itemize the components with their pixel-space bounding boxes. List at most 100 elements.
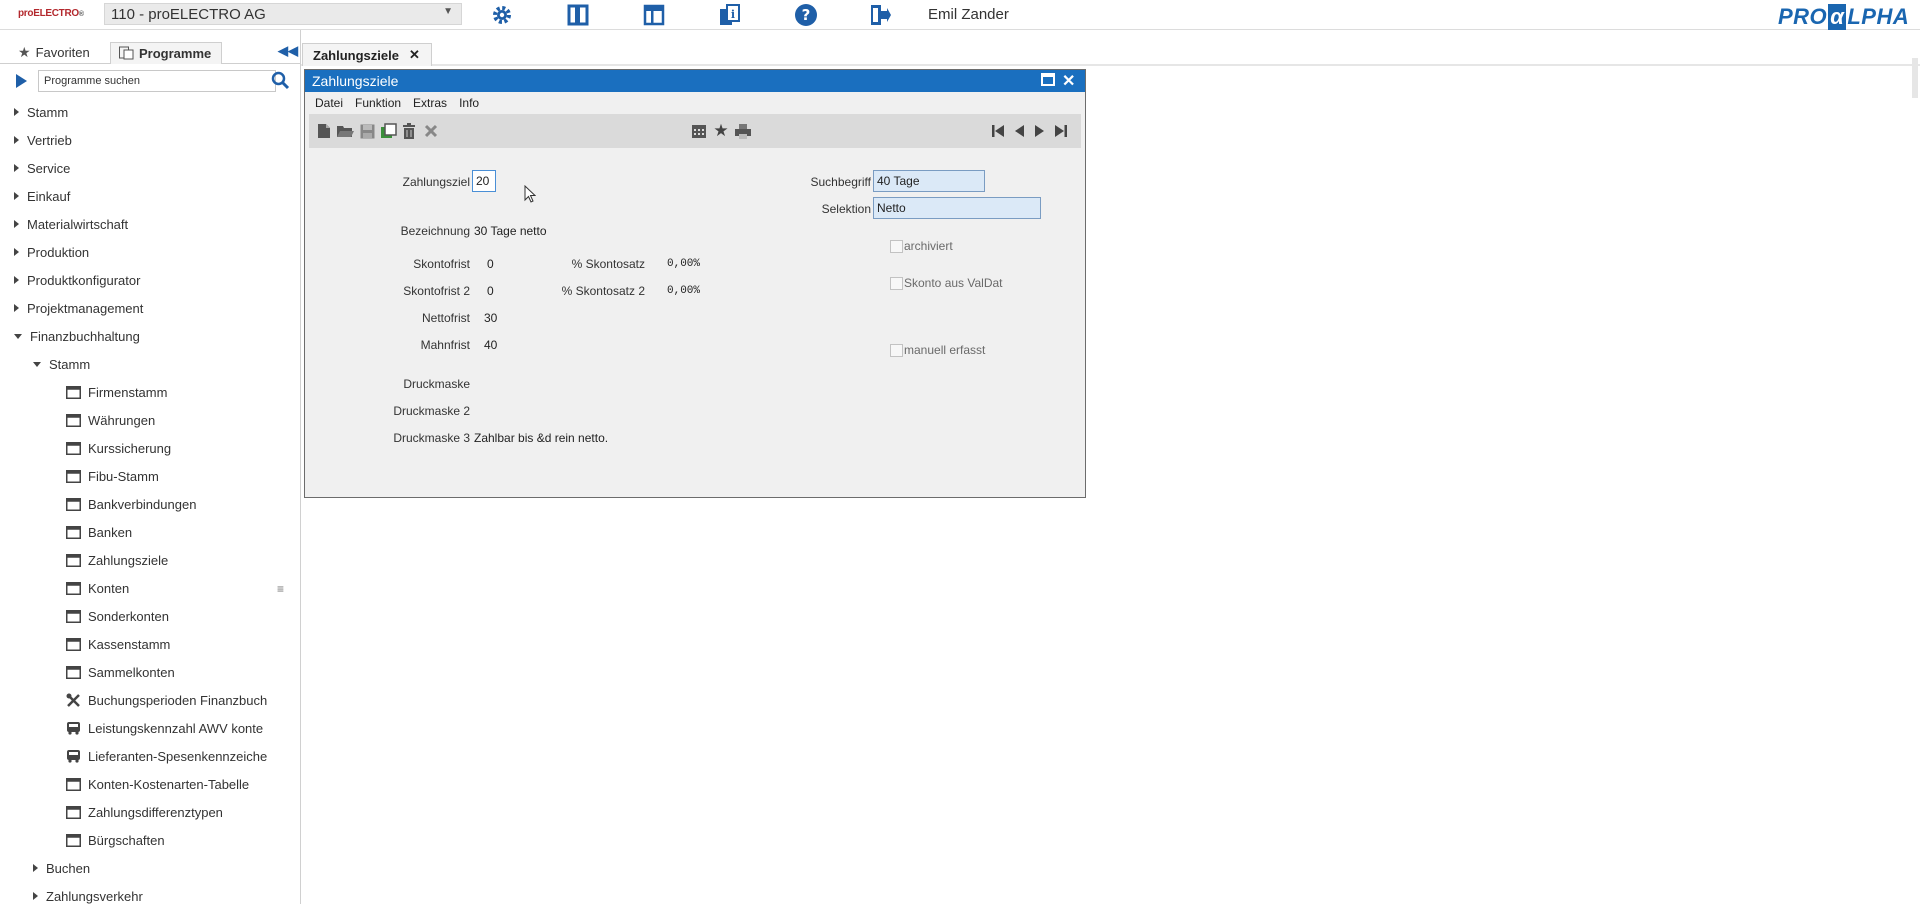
suchbegriff-input[interactable]: 40 Tage [873,170,985,192]
next-record-icon[interactable] [1031,122,1049,140]
collapsed-arrow-icon[interactable] [14,276,19,284]
tree-item-sonderkonten[interactable]: Sonderkonten [0,602,282,630]
open-folder-icon[interactable] [336,122,354,140]
menu-extras[interactable]: Extras [413,96,447,110]
tree-item-zahlungsdifferenztypen[interactable]: Zahlungsdifferenztypen [0,798,282,826]
first-record-icon[interactable] [989,122,1007,140]
mahnfrist-value[interactable]: 40 [484,338,497,352]
user-name[interactable]: Emil Zander [928,6,1009,23]
collapsed-arrow-icon[interactable] [33,892,38,900]
skontosatz2-value[interactable]: 0,00% [667,285,700,297]
tree-item-projektmanagement[interactable]: Projektmanagement [0,294,282,322]
collapsed-arrow-icon[interactable] [14,136,19,144]
tree-item-label: Finanzbuchhaltung [30,328,140,344]
tree-item-vertrieb[interactable]: Vertrieb [0,126,282,154]
tree-item-stamm[interactable]: Stamm [0,350,282,378]
tree-item-konten-kostenarten-tabelle[interactable]: Konten-Kostenarten-Tabelle [0,770,282,798]
print-icon[interactable] [734,122,752,140]
company-select[interactable]: 110 - proELECTRO AG ▼ [104,3,462,25]
skontofrist2-value[interactable]: 0 [487,284,494,298]
collapsed-arrow-icon[interactable] [14,164,19,172]
tree-item-einkauf[interactable]: Einkauf [0,182,282,210]
tree-item-label: Währungen [88,412,156,428]
tree-item-sammelkonten[interactable]: Sammelkonten [0,658,282,686]
cancel-icon[interactable] [422,122,440,140]
tree-item-kassenstamm[interactable]: Kassenstamm [0,630,282,658]
copy-icon[interactable] [379,122,397,140]
collapsed-arrow-icon[interactable] [33,864,38,872]
tree-item-fibu-stamm[interactable]: Fibu-Stamm [0,462,282,490]
checkbox-icon [890,343,903,357]
tree-item-produktkonfigurator[interactable]: Produktkonfigurator [0,266,282,294]
tree-item-service[interactable]: Service [0,154,282,182]
tree-item-lieferanten-spesenkennzeiche[interactable]: Lieferanten-Spesenkennzeiche [0,742,282,770]
menu-datei[interactable]: Datei [315,96,343,110]
zahlungsziel-input[interactable]: 20 [472,170,496,192]
panel-layout-icon[interactable] [641,2,667,28]
tree-item-firmenstamm[interactable]: Firmenstamm [0,378,282,406]
last-record-icon[interactable] [1052,122,1070,140]
collapsed-arrow-icon[interactable] [14,248,19,256]
skontofrist-value[interactable]: 0 [487,257,494,271]
collapsed-arrow-icon[interactable] [14,304,19,312]
close-icon[interactable]: ✕ [409,47,420,63]
nettofrist-value[interactable]: 30 [484,311,497,325]
skontosatz-value[interactable]: 0,00% [667,258,700,270]
menu-funktion[interactable]: Funktion [355,96,401,110]
info-document-icon[interactable]: i [717,2,743,28]
tree-item-banken[interactable]: Banken [0,518,282,546]
collapsed-arrow-icon[interactable] [14,220,19,228]
play-icon[interactable] [16,74,27,88]
company-select-value: 110 - proELECTRO AG [111,6,266,23]
splitter-handle[interactable]: ≡ [277,582,284,596]
checkbox-icon [890,276,903,290]
scrollbar[interactable] [1912,58,1918,98]
tree-item-materialwirtschaft[interactable]: Materialwirtschaft [0,210,282,238]
search-input[interactable] [38,70,276,92]
druckmaske3-value[interactable]: Zahlbar bis &d rein netto. [474,431,608,445]
delete-icon[interactable] [400,122,418,140]
skonto-valdat-checkbox[interactable]: Skonto aus ValDat [890,276,1003,290]
collapse-sidebar-icon[interactable]: ◀◀ [278,43,298,59]
bezeichnung-value[interactable]: 30 Tage netto [474,224,547,238]
collapsed-arrow-icon[interactable] [14,108,19,116]
druckmaske3-label: Druckmaske 3 [393,431,470,445]
tree-item-bürgschaften[interactable]: Bürgschaften [0,826,282,854]
tab-zahlungsziele[interactable]: Zahlungsziele ✕ [302,43,432,66]
tree-item-stamm[interactable]: Stamm [0,98,282,126]
tree-item-buchen[interactable]: Buchen [0,854,282,882]
tree-item-bankverbindungen[interactable]: Bankverbindungen [0,490,282,518]
logout-icon[interactable] [867,2,893,28]
close-window-icon[interactable]: ✕ [1062,71,1075,91]
expanded-arrow-icon[interactable] [33,361,41,367]
tree-item-finanzbuchhaltung[interactable]: Finanzbuchhaltung [0,322,282,350]
previous-record-icon[interactable] [1010,122,1028,140]
gear-icon[interactable] [489,2,515,28]
tree-item-währungen[interactable]: Währungen [0,406,282,434]
help-icon[interactable]: ? [793,2,819,28]
expanded-arrow-icon[interactable] [14,333,22,339]
tree-item-kurssicherung[interactable]: Kurssicherung [0,434,282,462]
menu-info[interactable]: Info [459,96,479,110]
nettofrist-label: Nettofrist [421,311,470,325]
save-icon[interactable] [358,122,376,140]
archiviert-checkbox[interactable]: archiviert [890,239,953,253]
favorite-star-icon[interactable]: ★ [712,121,730,140]
new-document-icon[interactable] [315,122,333,140]
tree-item-zahlungsverkehr[interactable]: Zahlungsverkehr [0,882,282,904]
panel-single-icon[interactable] [565,2,591,28]
tree-item-konten[interactable]: Konten [0,574,282,602]
tree-item-buchungsperioden-finanzbuch[interactable]: Buchungsperioden Finanzbuch [0,686,282,714]
maximize-icon[interactable] [1041,73,1055,86]
tree-item-zahlungsziele[interactable]: Zahlungsziele [0,546,282,574]
manuell-erfasst-checkbox[interactable]: manuell erfasst [890,343,985,357]
tree-item-produktion[interactable]: Produktion [0,238,282,266]
tab-programme[interactable]: Programme [110,42,222,64]
search-icon[interactable] [271,71,290,93]
tab-favoriten-label: Favoriten [35,45,90,60]
tab-favoriten[interactable]: ★ Favoriten [10,42,106,64]
collapsed-arrow-icon[interactable] [14,192,19,200]
selektion-input[interactable]: Netto [873,197,1041,219]
tree-item-leistungskennzahl-awv-konte[interactable]: Leistungskennzahl AWV konte [0,714,282,742]
calendar-icon[interactable] [690,122,708,140]
